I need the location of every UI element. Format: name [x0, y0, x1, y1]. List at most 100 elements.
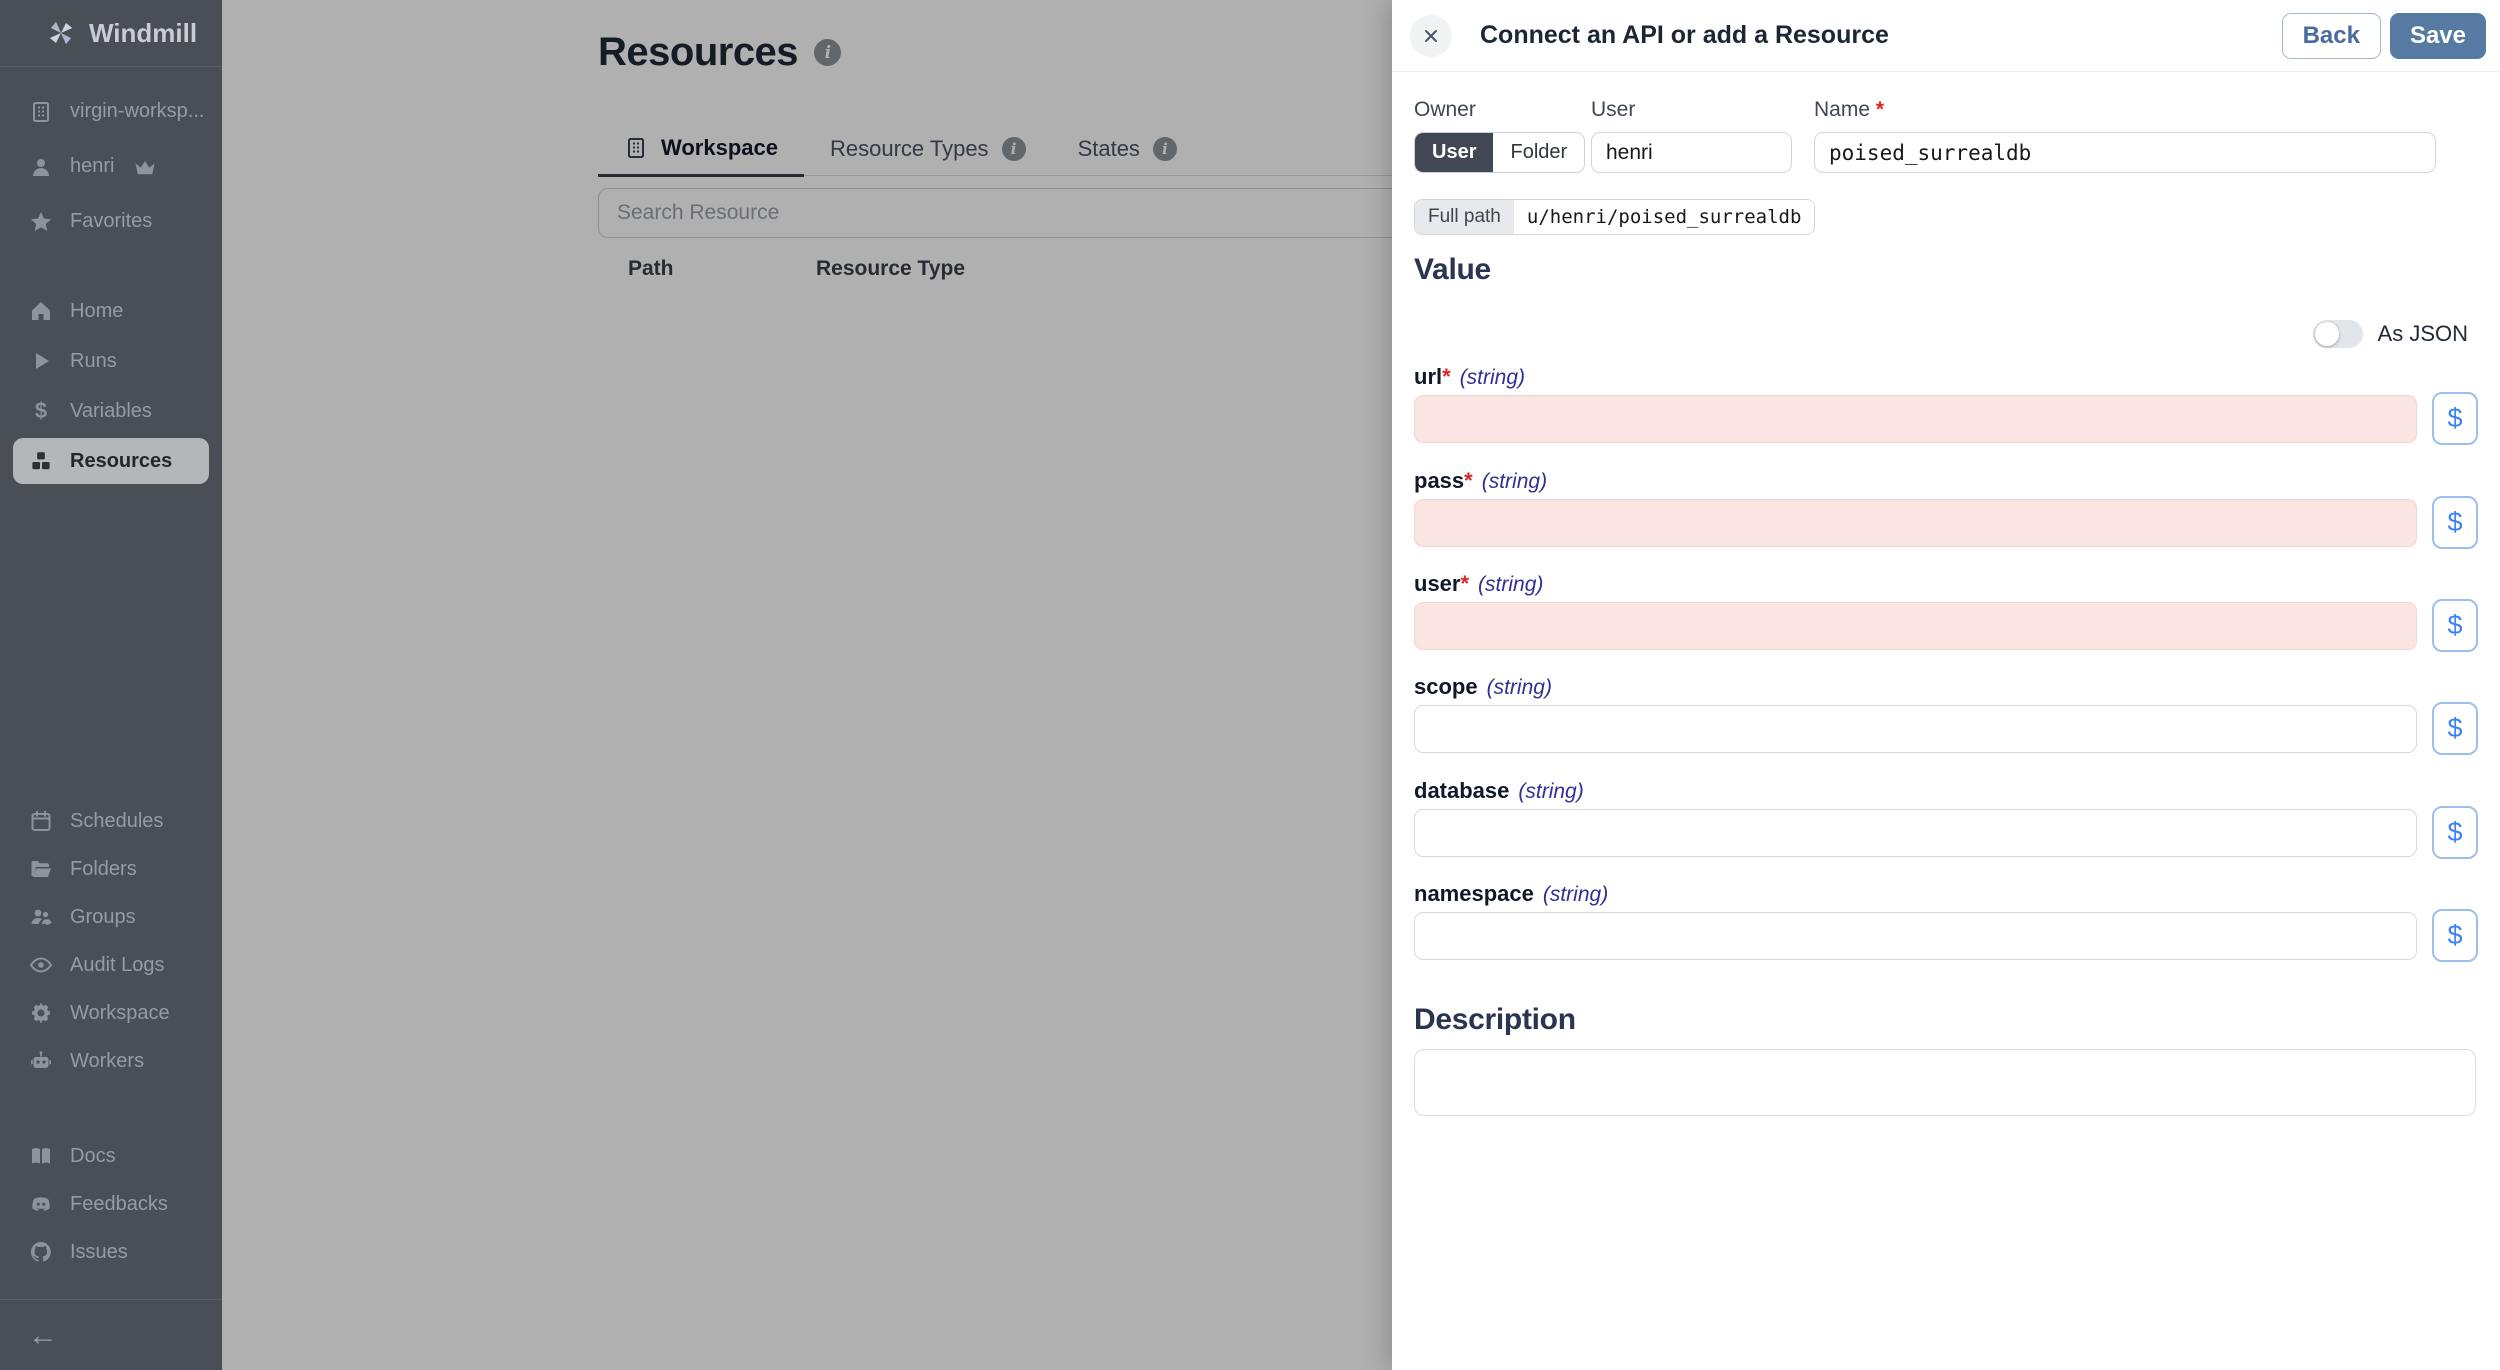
field-type: (string) [1459, 366, 1526, 389]
sidebar-item-groups[interactable]: Groups [0, 893, 222, 941]
play-icon [29, 349, 53, 373]
resource-name-input[interactable] [1814, 132, 2436, 173]
workspace-name: virgin-worksp... [70, 100, 205, 122]
owner-kind-toggle: User Folder [1414, 132, 1586, 173]
required-mark: * [1460, 571, 1470, 596]
full-path-value: u/henri/poised_surrealdb [1513, 200, 1815, 234]
folder-icon [29, 857, 53, 881]
sidebar-item-variables[interactable]: $ Variables [0, 386, 222, 436]
sidebar-item-label: Issues [70, 1240, 128, 1263]
username: henri [70, 155, 115, 177]
insert-variable-button[interactable]: $ [2432, 392, 2478, 445]
field-label-user: user* (string) [1414, 571, 1544, 596]
as-json-toggle[interactable] [2312, 320, 2363, 348]
home-icon [29, 299, 53, 323]
robot-icon [29, 1049, 53, 1073]
close-button[interactable] [1410, 14, 1452, 57]
sidebar-item-schedules[interactable]: Schedules [0, 797, 222, 845]
field-type: (string) [1481, 470, 1548, 493]
dollar-icon: $ [2447, 817, 2463, 847]
sidebar-item-label: Variables [70, 399, 152, 422]
sidebar-item-workspace-settings[interactable]: Workspace [0, 989, 222, 1037]
name-label: Name * [1814, 98, 1885, 121]
sidebar-item-label: Workers [70, 1049, 145, 1072]
field-type: (string) [1486, 676, 1552, 699]
owner-user-input[interactable] [1591, 132, 1792, 173]
sidebar-item-label: Resources [70, 449, 173, 472]
insert-variable-button[interactable]: $ [2432, 599, 2478, 652]
sidebar-nav-group: Home Runs $ Variables Resources [0, 286, 222, 486]
users-icon [29, 905, 53, 929]
field-input-user[interactable] [1414, 602, 2417, 650]
sidebar-item-resources[interactable]: Resources [13, 438, 209, 484]
field-label-url: url* (string) [1414, 364, 1526, 389]
boxes-icon [29, 449, 53, 473]
owner-user-option[interactable]: User [1415, 133, 1494, 172]
windmill-app: Windmill virgin-worksp... henri Favorite… [0, 0, 2500, 1370]
insert-variable-button[interactable]: $ [2432, 909, 2478, 962]
sidebar-item-workers[interactable]: Workers [0, 1037, 222, 1085]
field-type: (string) [1542, 883, 1609, 906]
sidebar-item-label: Docs [70, 1144, 116, 1167]
save-button[interactable]: Save [2389, 12, 2486, 59]
description-heading: Description [1414, 1003, 1576, 1036]
sidebar-item-home[interactable]: Home [0, 286, 222, 336]
field-input-scope[interactable] [1414, 705, 2417, 753]
sidebar-item-user-menu[interactable]: henri [0, 139, 222, 194]
app-logo-label: Windmill [89, 17, 198, 48]
sidebar-item-workspace-switcher[interactable]: virgin-worksp... [0, 84, 222, 139]
description-textarea[interactable] [1414, 1049, 2476, 1116]
windmill-logo-icon [46, 18, 76, 48]
field-input-url[interactable] [1414, 395, 2417, 443]
field-input-pass[interactable] [1414, 499, 2417, 547]
drawer-backdrop[interactable] [222, 0, 1392, 1370]
close-icon [1421, 26, 1441, 46]
sidebar-context-group: virgin-worksp... henri Favorites [0, 84, 222, 249]
eye-icon [29, 953, 53, 977]
user-icon [29, 155, 53, 179]
sidebar-item-folders[interactable]: Folders [0, 845, 222, 893]
sidebar-item-docs[interactable]: Docs [0, 1132, 222, 1180]
back-button[interactable]: Back [2281, 12, 2381, 59]
arrow-left-icon: ← [28, 1318, 58, 1352]
building-icon [29, 100, 53, 124]
drawer-title: Connect an API or add a Resource [1480, 21, 1889, 49]
sidebar-item-label: Groups [70, 905, 136, 928]
sidebar-item-label: Folders [70, 857, 137, 880]
sidebar-item-label: Audit Logs [70, 953, 165, 976]
sidebar-footer-group: Docs Feedbacks Issues [0, 1132, 222, 1276]
sidebar-item-runs[interactable]: Runs [0, 336, 222, 386]
field-input-database[interactable] [1414, 809, 2417, 857]
add-resource-drawer: Connect an API or add a Resource Back Sa… [1392, 0, 2500, 1370]
github-icon [29, 1240, 53, 1264]
insert-variable-button[interactable]: $ [2432, 496, 2478, 549]
sidebar: Windmill virgin-worksp... henri Favorite… [0, 0, 222, 1370]
field-type: (string) [1518, 780, 1584, 803]
sidebar-item-feedbacks[interactable]: Feedbacks [0, 1180, 222, 1228]
full-path-label: Full path [1415, 200, 1514, 234]
field-input-namespace[interactable] [1414, 912, 2417, 960]
dollar-icon: $ [34, 398, 48, 423]
insert-variable-button[interactable]: $ [2432, 702, 2478, 755]
sidebar-item-label: Runs [70, 349, 117, 372]
sidebar-item-label: Home [70, 299, 124, 322]
discord-icon [29, 1192, 53, 1216]
drawer-body: Owner User Name * User Folder Full path … [1414, 72, 2478, 1370]
sidebar-item-issues[interactable]: Issues [0, 1228, 222, 1276]
sidebar-item-label: Feedbacks [70, 1192, 168, 1215]
field-label-pass: pass* (string) [1414, 468, 1548, 493]
sidebar-collapse-button[interactable]: ← [0, 1299, 222, 1370]
dollar-icon: $ [2447, 920, 2463, 950]
sidebar-item-label: Workspace [70, 1001, 170, 1024]
owner-folder-option[interactable]: Folder [1493, 133, 1585, 172]
dollar-icon: $ [2447, 610, 2463, 640]
app-logo[interactable]: Windmill [0, 0, 222, 67]
dollar-icon: $ [2447, 403, 2463, 433]
insert-variable-button[interactable]: $ [2432, 806, 2478, 859]
sidebar-item-audit-logs[interactable]: Audit Logs [0, 941, 222, 989]
sidebar-admin-group: Schedules Folders Groups Audit Logs Work… [0, 797, 222, 1085]
dollar-icon: $ [2447, 713, 2463, 743]
field-label-namespace: namespace (string) [1414, 881, 1609, 906]
crown-icon [133, 155, 157, 179]
sidebar-item-favorites[interactable]: Favorites [0, 194, 222, 249]
